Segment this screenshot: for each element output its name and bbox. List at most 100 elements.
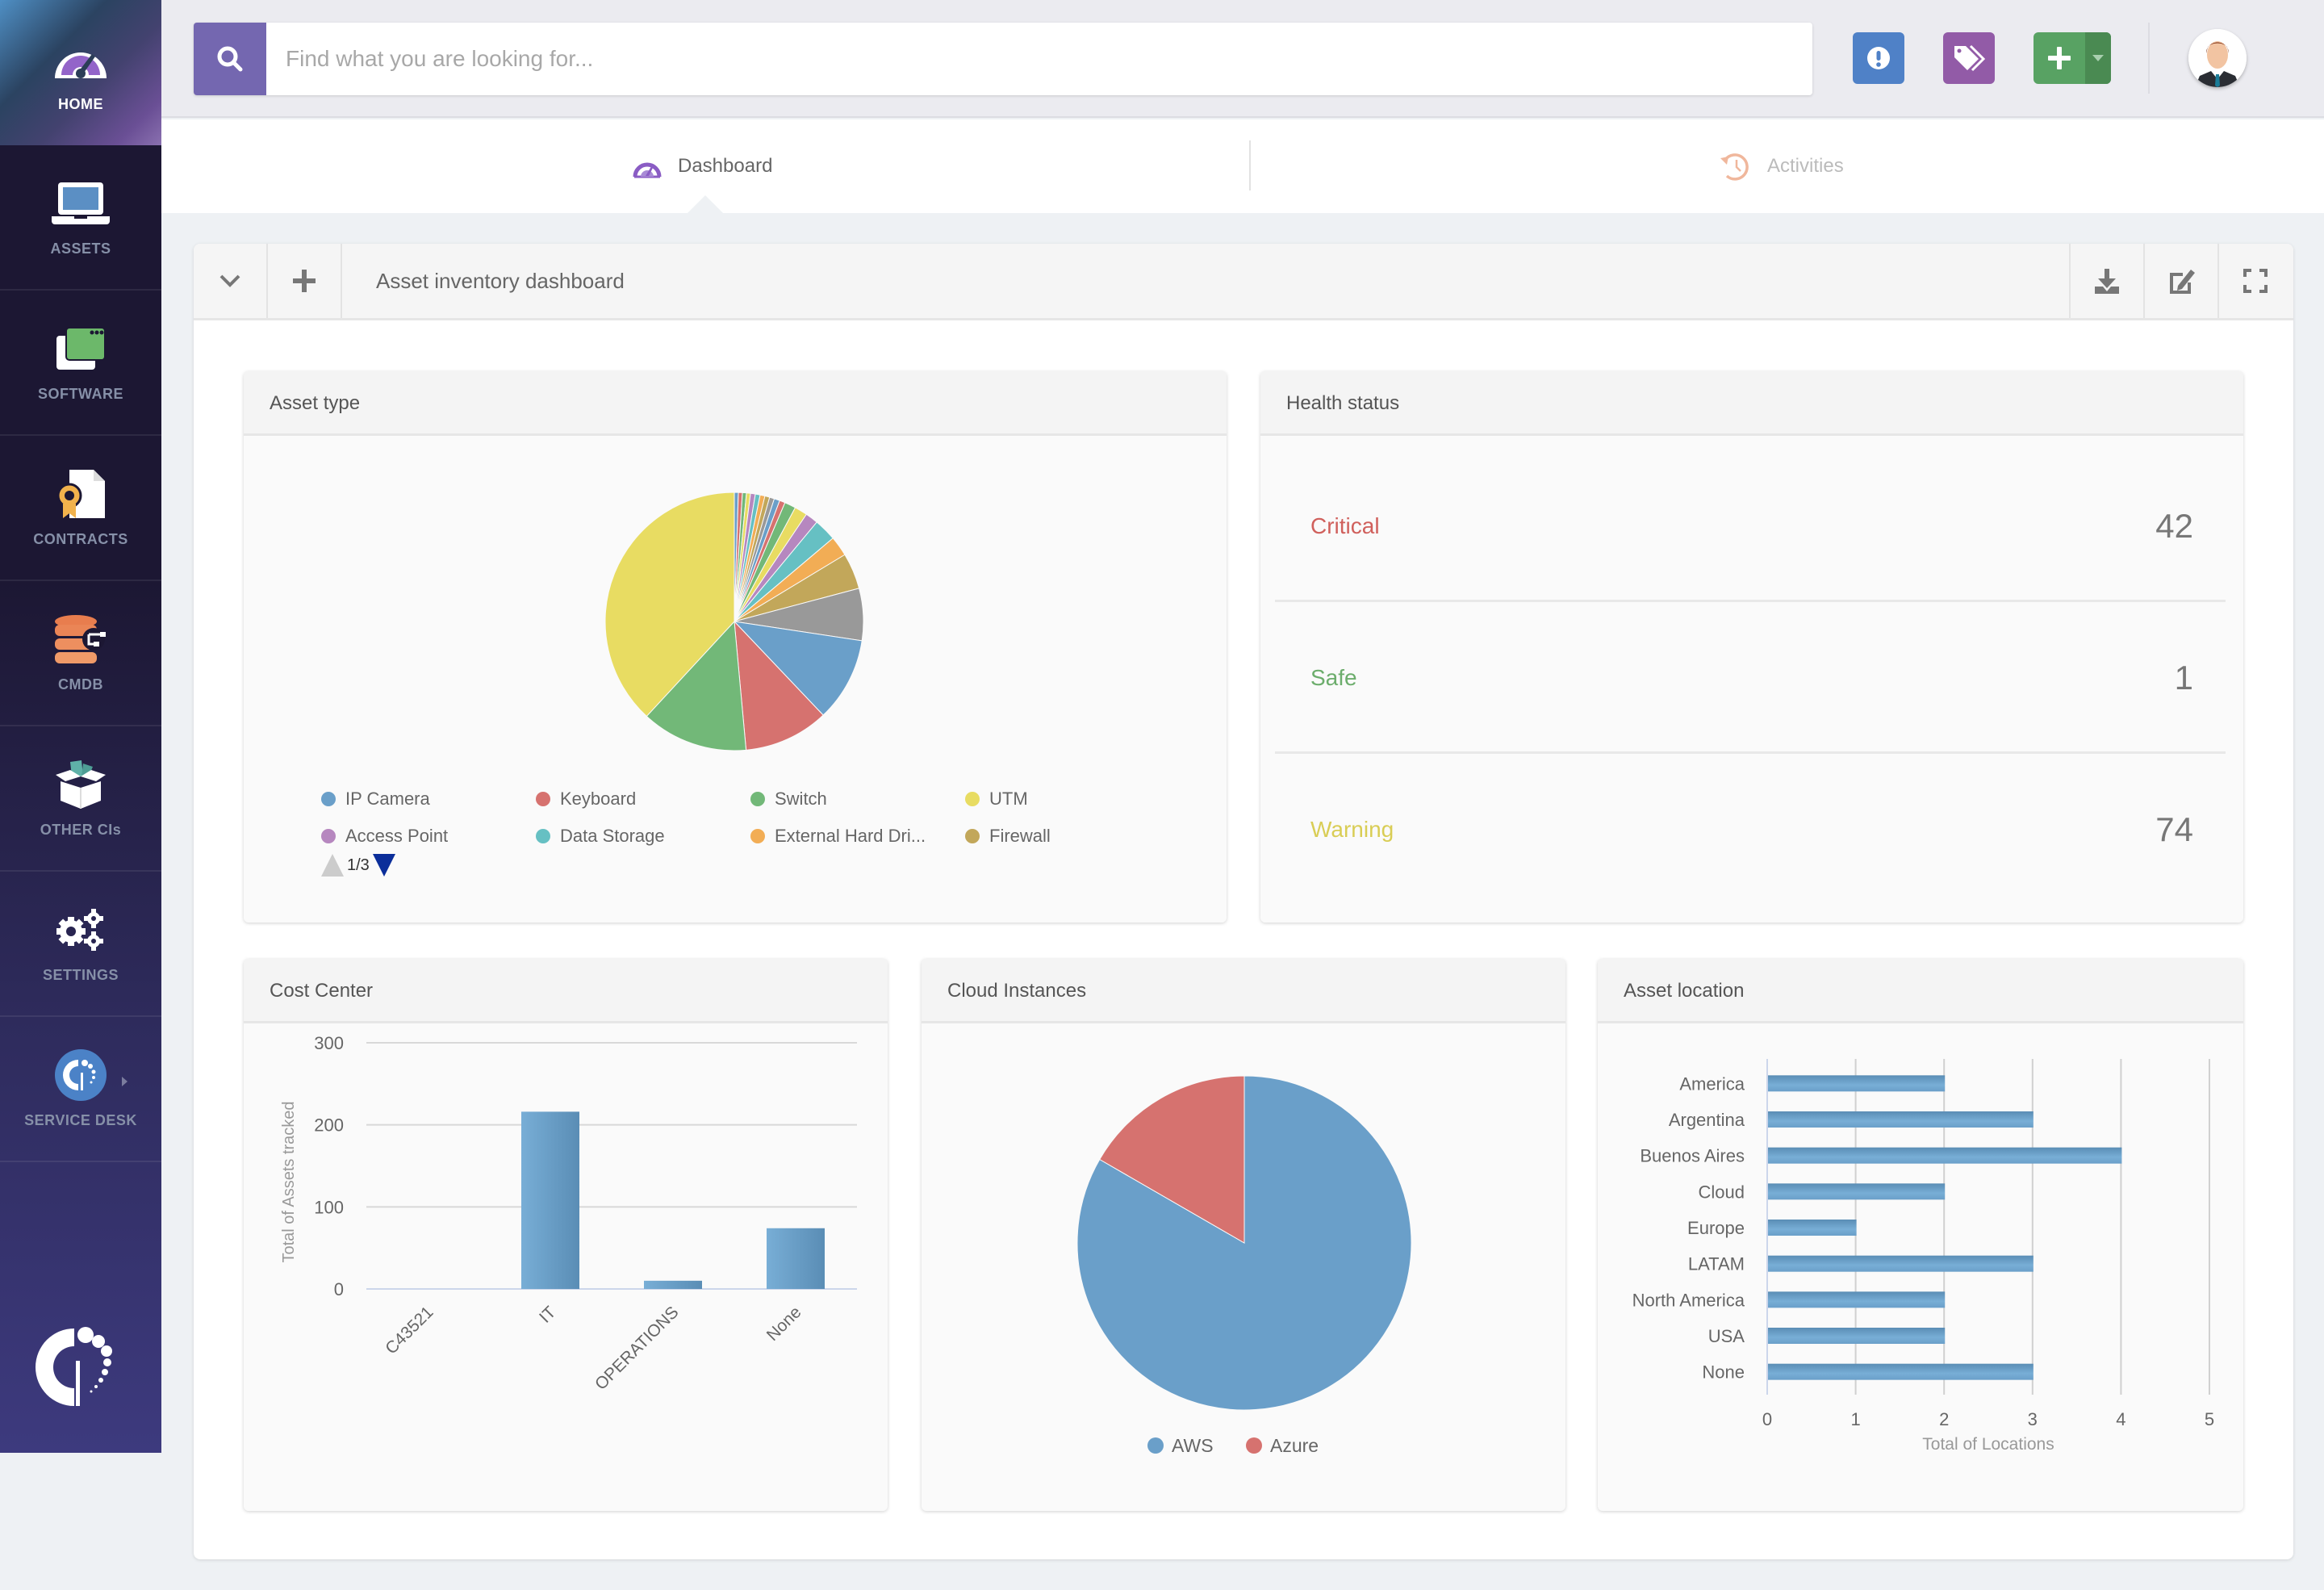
y-tick-label: Argentina <box>1669 1110 1745 1130</box>
legend-item-keyboard[interactable]: Keyboard <box>536 789 636 810</box>
legend-item-utm[interactable]: UTM <box>965 789 1028 810</box>
fullscreen-icon <box>2243 269 2268 293</box>
download-button[interactable] <box>2069 244 2143 318</box>
x-tick-label: 1 <box>1850 1409 1860 1429</box>
x-tick-label: 5 <box>2205 1409 2214 1429</box>
tags-button[interactable] <box>1943 32 1995 84</box>
bar-cloud[interactable] <box>1768 1183 1946 1200</box>
sidebar-item-other-cis[interactable]: OTHER CIs <box>0 726 161 872</box>
x-tick-label: None <box>763 1303 805 1345</box>
legend-swatch <box>1147 1437 1164 1454</box>
legend-item-aws[interactable]: AWS <box>1172 1435 1214 1456</box>
legend-item-switch[interactable]: Switch <box>750 789 827 810</box>
sidebar-item-assets[interactable]: ASSETS <box>0 145 161 291</box>
cost-center-bar-chart: 0 100 200 300 Total of Assets tracked C43521 I… <box>280 1033 857 1394</box>
y-tick-label: 200 <box>314 1115 344 1136</box>
chevron-down-icon <box>219 274 240 287</box>
panel-title: Cloud Instances <box>947 980 1087 1002</box>
y-tick-label: 300 <box>314 1033 344 1053</box>
health-row-critical[interactable]: Critical 42 <box>1275 450 2226 602</box>
sidebar-item-software[interactable]: SOFTWARE <box>0 291 161 436</box>
legend-page-down-icon[interactable] <box>372 854 395 877</box>
y-tick-label: Cloud <box>1699 1182 1745 1202</box>
search-bar <box>194 23 1812 95</box>
search-button[interactable] <box>194 23 266 95</box>
gauge-icon <box>633 162 662 178</box>
legend-item-ip-camera[interactable]: IP Camera <box>321 789 430 810</box>
x-tick-label: OPERATIONS <box>591 1303 683 1394</box>
bar-it[interactable] <box>521 1111 579 1289</box>
y-tick-label: LATAM <box>1688 1254 1745 1274</box>
health-row-safe[interactable]: Safe 1 <box>1275 602 2226 754</box>
bar-operations[interactable] <box>644 1280 702 1289</box>
sidebar: HOME ASSETS SOFTWARE CONTRACTS CMDB OTHE… <box>0 0 161 1453</box>
panel-header: Cost Center <box>244 959 888 1023</box>
sidebar-item-service-desk[interactable]: SERVICE DESK <box>0 1017 161 1162</box>
legend-swatch <box>536 829 550 843</box>
panel-header: Cloud Instances <box>922 959 1565 1023</box>
edit-icon <box>2170 270 2195 294</box>
history-icon <box>1720 153 1749 181</box>
fullscreen-button[interactable] <box>2217 244 2292 318</box>
gauge-icon <box>52 33 110 85</box>
dashboard-card: Asset inventory dashboard Asset type IP <box>194 244 2293 1559</box>
bar-america[interactable] <box>1768 1075 1946 1092</box>
legend-item-external-hard-dri[interactable]: External Hard Dri... <box>750 826 926 847</box>
cloud-instances-panel: Cloud Instances AWS Azure <box>922 959 1565 1511</box>
x-tick-label: 4 <box>2116 1409 2125 1429</box>
y-axis-label: Total of Assets tracked <box>280 1101 298 1262</box>
edit-button[interactable] <box>2143 244 2217 318</box>
health-count: 74 <box>2155 810 2193 848</box>
bar-usa[interactable] <box>1768 1328 1946 1344</box>
health-row-warning[interactable]: Warning 74 <box>1275 754 2226 906</box>
panel-title: Asset type <box>270 392 361 414</box>
sidebar-item-cmdb[interactable]: CMDB <box>0 581 161 726</box>
y-tick-label: Buenos Aires <box>1640 1146 1745 1166</box>
bar-buenos-aires[interactable] <box>1768 1147 2122 1164</box>
cost-center-panel: Cost Center 0 100 200 300 Total of Assets tr… <box>244 959 888 1511</box>
alerts-button[interactable] <box>1853 32 1904 84</box>
sidebar-item-settings[interactable]: SETTINGS <box>0 872 161 1017</box>
add-new-dropdown[interactable] <box>2085 32 2111 84</box>
database-network-icon <box>52 613 110 665</box>
legend-item-firewall[interactable]: Firewall <box>965 826 1051 847</box>
add-widget-button[interactable] <box>268 244 342 318</box>
top-bar <box>161 0 2324 118</box>
search-input[interactable] <box>266 23 1812 95</box>
bar-europe[interactable] <box>1768 1220 1857 1236</box>
health-count: 1 <box>2174 659 2193 697</box>
service-desk-logo-icon <box>52 1048 110 1101</box>
asset-type-panel: Asset type IP Camera Keyboard Switch UTM Acc… <box>244 371 1227 923</box>
submenu-caret-icon <box>122 1077 127 1086</box>
legend-label: IP Camera <box>345 789 430 809</box>
dashboard-title: Asset inventory dashboard <box>376 269 625 293</box>
plus-icon <box>2034 32 2085 84</box>
user-avatar[interactable] <box>2188 29 2247 87</box>
sidebar-item-contracts[interactable]: CONTRACTS <box>0 436 161 581</box>
sidebar-item-label: ASSETS <box>50 240 111 257</box>
tab-activities[interactable]: Activities <box>1719 119 1844 213</box>
sidebar-item-label: HOME <box>58 95 103 112</box>
legend-item-access-point[interactable]: Access Point <box>321 826 448 847</box>
y-tick-label: North America <box>1632 1290 1745 1310</box>
software-window-icon <box>52 323 110 374</box>
panel-header: Asset location <box>1598 959 2243 1023</box>
x-tick-label: 3 <box>2028 1409 2038 1429</box>
bar-argentina[interactable] <box>1768 1111 2034 1128</box>
bar-none[interactable] <box>1768 1363 2034 1380</box>
panel-header: Health status <box>1260 371 2243 436</box>
add-new-button[interactable] <box>2034 32 2111 84</box>
health-status-panel: Health status Critical 42 Safe 1 Warning… <box>1260 371 2243 923</box>
tab-divider <box>1249 140 1251 190</box>
bar-none[interactable] <box>767 1228 825 1289</box>
bar-latam[interactable] <box>1768 1255 2034 1272</box>
legend-page-up-icon[interactable] <box>321 854 344 877</box>
sidebar-item-home[interactable]: HOME <box>0 0 161 145</box>
x-tick-label: 2 <box>1939 1409 1949 1429</box>
legend-item-data-storage[interactable]: Data Storage <box>536 826 665 847</box>
y-tick-label: 100 <box>314 1197 344 1217</box>
legend-item-azure[interactable]: Azure <box>1270 1435 1319 1456</box>
bar-north-america[interactable] <box>1768 1291 1946 1308</box>
y-tick-label: Europe <box>1687 1218 1745 1238</box>
collapse-button[interactable] <box>194 244 268 318</box>
